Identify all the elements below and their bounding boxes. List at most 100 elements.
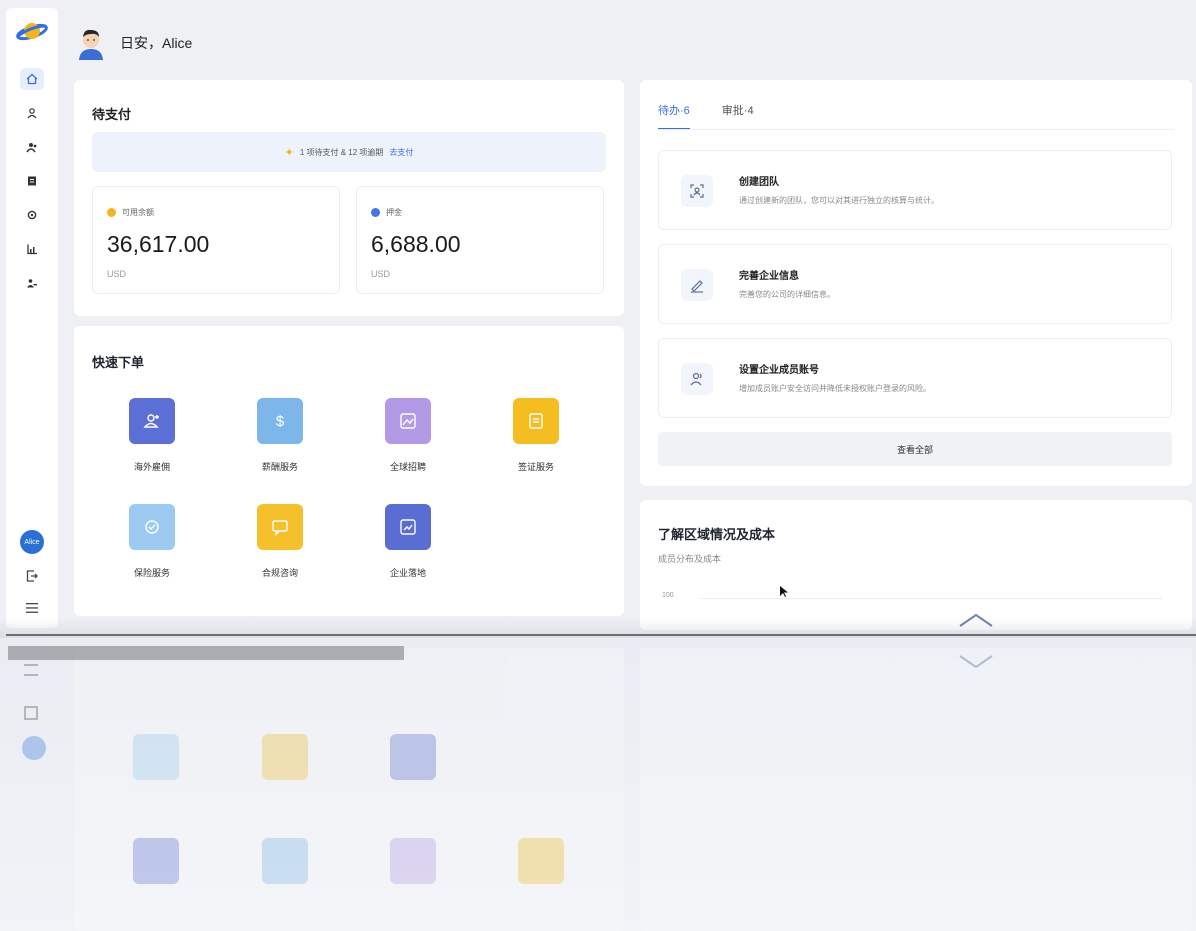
deposit-label: 押金 [386,208,402,217]
go-pay-link[interactable]: 去支付 [389,147,413,158]
quick-order-overseas-hiring[interactable]: 海外雇佣 [102,398,202,473]
quick-order-entity-setup[interactable]: 企业落地 [358,504,458,579]
avatar[interactable] [76,26,106,60]
user-badge[interactable]: Alice [20,530,44,554]
task-title: 创建团队 [739,177,779,188]
page-header: 日安，Alice [76,26,192,60]
chart-gridline [700,598,1162,599]
members-icon [681,363,713,395]
deposit-box: 押金 6,688.00 USD [356,186,604,294]
reflection-area [0,638,1196,931]
tab-divider [658,129,1174,130]
reflection-icon [133,838,179,884]
team-frame-icon [681,175,713,207]
quick-order-insurance[interactable]: 保险服务 [102,504,202,579]
available-balance-value: 36,617.00 [107,231,210,257]
task-title: 完善企业信息 [739,271,799,282]
pending-payment-card: 待支付 ✦ 1 项待支付 & 12 项逾期 去支付 可用余额 36,617.00… [74,80,624,316]
quick-order-label: 海外雇佣 [133,462,170,472]
tab-todo[interactable]: 待办·6 [658,102,690,130]
coin-icon [107,208,116,217]
todo-tabs: 待办·6 审批·4 [658,102,754,130]
deposit-value: 6,688.00 [371,231,461,257]
shield-icon [129,504,175,550]
sidebar-item-user[interactable] [20,102,44,124]
fold-shadow [0,618,1196,640]
quick-order-label: 全球招聘 [389,462,426,472]
chart-icon [27,244,37,255]
add-user-icon [129,398,175,444]
sidebar-nav [20,68,44,294]
mouse-cursor-icon [780,586,788,597]
reflection-icon [390,838,436,884]
passport-icon [513,398,559,444]
sidebar-item-documents[interactable] [20,170,44,192]
task-create-team[interactable]: 创建团队 通过创建新的团队，您可以对其进行独立的核算与统计。 [658,150,1172,230]
quick-order-label: 签证服务 [517,462,554,472]
payment-notice-text: 1 项待支付 & 12 项逾期 [299,147,384,157]
quick-order-title: 快速下单 [92,355,145,370]
quick-order-global-recruiting[interactable]: 全球招聘 [358,398,458,473]
reflection-icon [262,734,308,780]
user-icon [27,108,37,119]
fold-caption-bar [8,646,404,660]
quick-order-visa[interactable]: 签证服务 [486,398,586,473]
sidebar-item-team[interactable] [20,272,44,294]
reflection-icon [518,838,564,884]
sidebar-item-home[interactable] [20,68,44,90]
task-description: 完善您的公司的详细信息。 [739,290,835,299]
reflection-menu-icon [24,664,38,676]
tab-approval[interactable]: 审批·4 [722,102,754,130]
payment-notice: ✦ 1 项待支付 & 12 项逾期 去支付 [92,132,606,172]
available-balance-label: 可用余额 [122,208,154,217]
reflection-panel-left [74,648,624,931]
region-subtitle: 成员分布及成本 [658,554,722,564]
task-description: 增加成员账户安全访问并降低未授权账户登录的风险。 [739,384,931,393]
region-title: 了解区域情况及成本 [658,527,776,542]
deposit-icon [371,208,380,217]
reflection-icon [390,734,436,780]
sidebar-bottom: Alice [20,530,44,618]
task-company-info[interactable]: 完善企业信息 完善您的公司的详细信息。 [658,244,1172,324]
deposit-label-row: 押金 [371,207,402,218]
team-icon [27,279,37,288]
task-member-accounts[interactable]: 设置企业成员账号 增加成员账户安全访问并降低未授权账户登录的风险。 [658,338,1172,418]
available-balance-box: 可用余额 36,617.00 USD [92,186,340,294]
menu-icon[interactable] [22,598,42,618]
task-description: 通过创建新的团队，您可以对其进行独立的核算与统计。 [739,196,939,205]
quick-order-compliance[interactable]: 合规咨询 [230,504,330,579]
quick-order-payroll[interactable]: $ 薪酬服务 [230,398,330,473]
image-icon [385,398,431,444]
chevron-up-icon[interactable] [958,612,994,628]
logo-icon [16,23,48,41]
sidebar-item-users[interactable] [20,136,44,158]
greeting-text: 日安，Alice [120,35,193,51]
task-title: 设置企业成员账号 [739,365,819,376]
quick-order-label: 保险服务 [133,568,170,578]
edit-pen-icon [681,269,713,301]
pending-payment-title: 待支付 [92,107,132,122]
view-all-button[interactable]: 查看全部 [658,432,1172,466]
logout-icon[interactable] [22,566,42,586]
sidebar-item-analytics[interactable] [20,238,44,260]
chat-icon [257,504,303,550]
quick-order-label: 薪酬服务 [261,462,298,472]
sidebar: Alice [6,8,58,628]
chevron-down-icon [959,655,993,669]
fold-divider [6,634,1196,636]
reflection-content [0,638,1196,931]
reflection-icon [262,838,308,884]
region-cost-card: 了解区域情况及成本 成员分布及成本 100 [640,500,1192,630]
chart-icon [385,504,431,550]
quick-order-label: 合规咨询 [261,568,298,578]
quick-order-label: 企业落地 [389,568,426,578]
quick-order-card: 快速下单 海外雇佣 $ 薪酬服务 全球招聘 签证服务 保险服务 合规咨询 企业落… [74,326,624,616]
reflection-panel-right [640,648,1192,931]
todo-card: 待办·6 审批·4 创建团队 通过创建新的团队，您可以对其进行独立的核算与统计。… [640,80,1192,486]
deposit-currency: USD [371,269,391,279]
axis-tick-label: 100 [662,592,674,599]
settings-icon [27,210,37,220]
document-icon [28,176,36,186]
star-icon: ✦ [284,146,294,159]
sidebar-item-settings[interactable] [20,204,44,226]
